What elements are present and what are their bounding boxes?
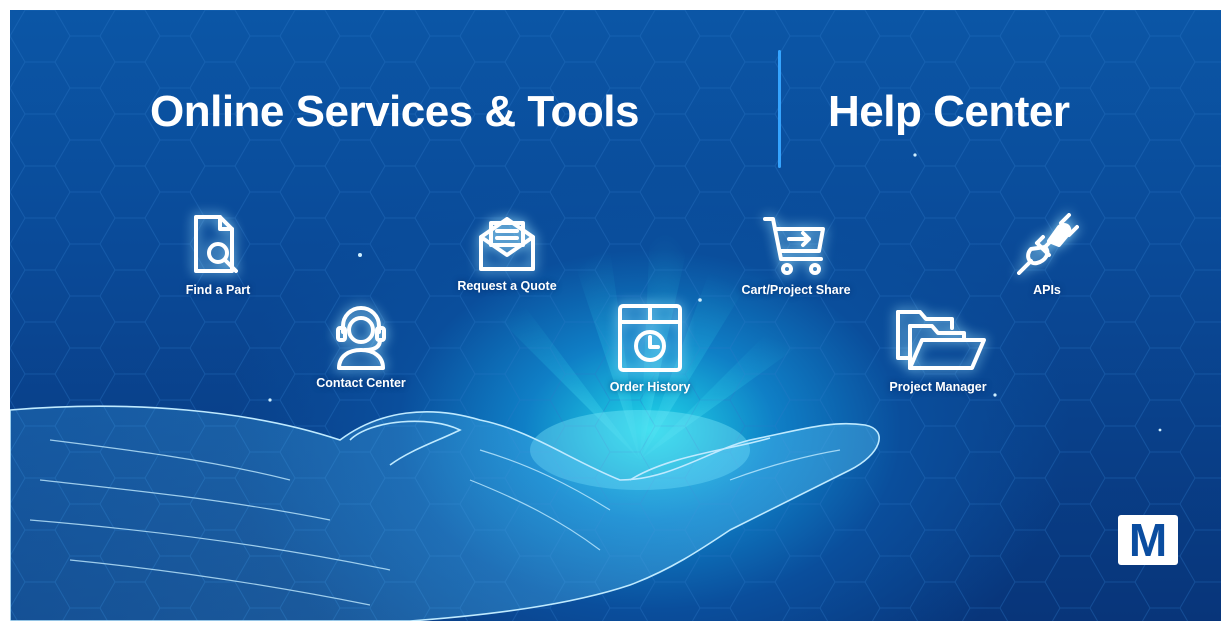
tile-label: Project Manager	[889, 380, 987, 394]
tile-order-history[interactable]: Order History	[570, 302, 730, 394]
tile-label: Order History	[609, 380, 691, 394]
tile-label: Cart/Project Share	[741, 283, 851, 297]
tile-find-a-part[interactable]: Find a Part	[138, 213, 298, 297]
tile-cart-project-share[interactable]: Cart/Project Share	[716, 213, 876, 297]
banner: Online Services & Tools Help Center Find…	[10, 10, 1221, 621]
envelope-icon	[479, 217, 535, 271]
title-online-services: Online Services & Tools	[150, 87, 639, 136]
title-help-center: Help Center	[828, 87, 1070, 136]
tile-label: APIs	[1033, 283, 1061, 297]
title-divider	[778, 50, 781, 168]
tile-apis[interactable]: APIs	[967, 213, 1127, 297]
tile-project-manager[interactable]: Project Manager	[858, 302, 1018, 394]
tile-label: Request a Quote	[457, 279, 557, 293]
plug-icon	[1017, 213, 1079, 275]
cart-icon	[763, 217, 825, 275]
folders-icon	[896, 310, 986, 370]
box-clock-icon	[618, 304, 682, 372]
tile-label: Contact Center	[316, 376, 406, 390]
tile-contact-center[interactable]: Contact Center	[281, 302, 441, 390]
tile-request-a-quote[interactable]: Request a Quote	[427, 213, 587, 293]
find-part-icon	[194, 215, 238, 273]
headset-icon	[336, 306, 386, 370]
brand-logo: M	[1118, 515, 1178, 565]
tile-label: Find a Part	[185, 283, 251, 297]
